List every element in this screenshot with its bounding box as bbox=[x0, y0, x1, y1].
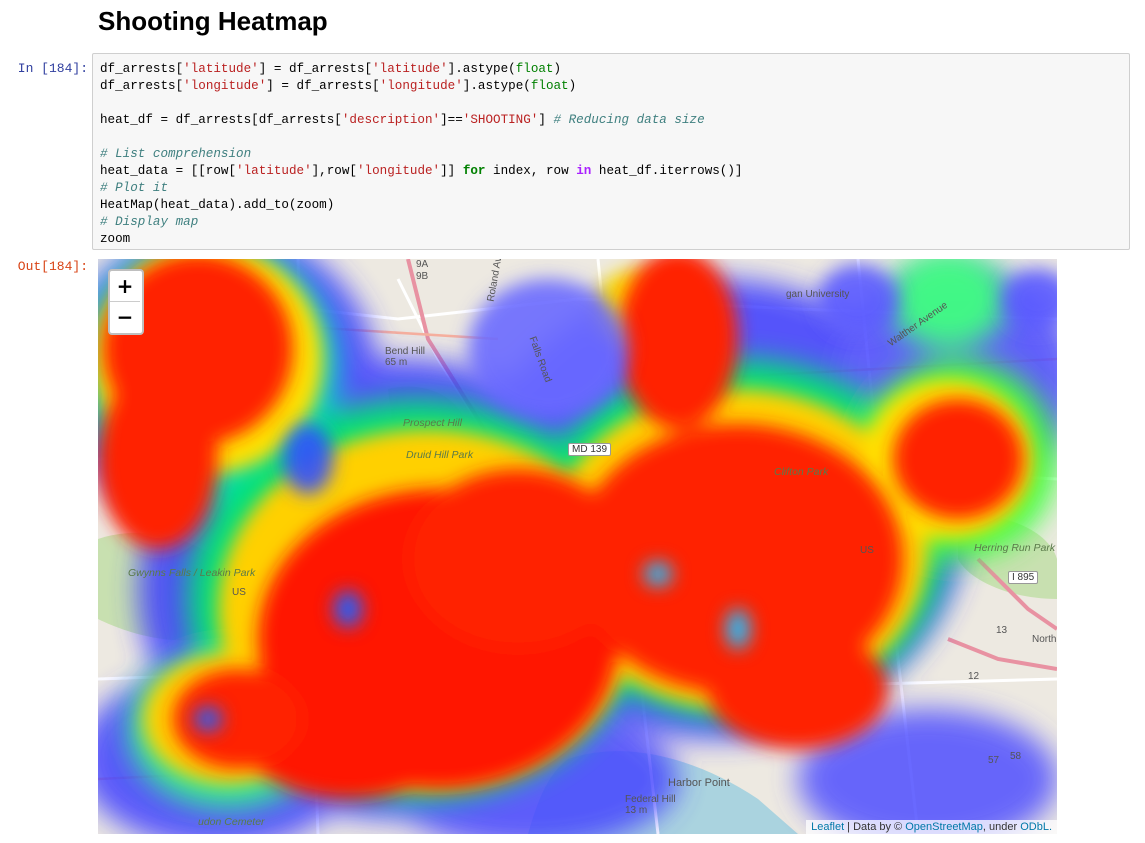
map-label-exit-9a: 9A bbox=[416, 259, 429, 270]
map-label-harbor-point: Harbor Point bbox=[668, 777, 730, 789]
map-label-gwynns-falls: Gwynns Falls / Leakin Park bbox=[128, 567, 256, 579]
zoom-control: + − bbox=[108, 269, 144, 335]
zoom-in-button[interactable]: + bbox=[110, 271, 140, 302]
map-label-us-right: US bbox=[860, 545, 874, 556]
code-line: zoom bbox=[100, 232, 131, 246]
map-label-federal-hill: Federal Hill 13 m bbox=[625, 794, 676, 816]
map-label-exit-9b: 9B bbox=[416, 271, 429, 282]
heatmap-map[interactable]: + − Bend Hill 65 m Prospect Hill Druid Hi… bbox=[98, 259, 1057, 834]
code-line: # List comprehension bbox=[100, 147, 252, 161]
map-label-exit-12: 12 bbox=[968, 671, 980, 682]
map-attribution: Leaflet | Data by © OpenStreetMap, under… bbox=[806, 820, 1057, 834]
map-label-clifton-park: Clifton Park bbox=[774, 466, 829, 478]
section-heading: Shooting Heatmap bbox=[98, 6, 328, 36]
map-label-prospect-hill: Prospect Hill bbox=[403, 417, 462, 429]
map-label-exit-13: 13 bbox=[996, 625, 1008, 636]
map-label-exit-58: 58 bbox=[1010, 751, 1022, 762]
map-label-north: North bbox=[1032, 634, 1057, 645]
code-line: heat_df = df_arrests[df_arrests['descrip… bbox=[100, 113, 705, 127]
map-label-university: gan University bbox=[786, 289, 850, 300]
map-label-exit-57: 57 bbox=[988, 755, 1000, 766]
map-label-druid-hill-park: Druid Hill Park bbox=[406, 449, 474, 461]
odbl-link[interactable]: ODbL. bbox=[1020, 821, 1052, 833]
leaflet-link[interactable]: Leaflet bbox=[811, 821, 844, 833]
map-tiles bbox=[98, 259, 1057, 834]
code-editor[interactable]: df_arrests['latitude'] = df_arrests['lat… bbox=[100, 61, 742, 248]
code-line: df_arrests['longitude'] = df_arrests['lo… bbox=[100, 79, 577, 93]
code-line: # Plot it bbox=[100, 181, 169, 195]
input-prompt: In [184]: bbox=[17, 61, 88, 76]
code-line: heat_data = [[row['latitude'],row['longi… bbox=[100, 164, 743, 178]
code-cell[interactable]: df_arrests['latitude'] = df_arrests['lat… bbox=[92, 53, 1130, 250]
map-shield-i895: I 895 bbox=[1008, 571, 1039, 584]
map-label-bend-hill: Bend Hill 65 m bbox=[385, 346, 426, 368]
map-label-cemetery: udon Cemeter bbox=[198, 816, 265, 828]
output-prompt: Out[184]: bbox=[17, 259, 88, 274]
code-line: df_arrests['latitude'] = df_arrests['lat… bbox=[100, 62, 562, 76]
openstreetmap-link[interactable]: OpenStreetMap bbox=[905, 821, 983, 833]
map-label-us-left: US bbox=[232, 587, 246, 598]
code-line: # Display map bbox=[100, 215, 199, 229]
map-shield-md139: MD 139 bbox=[568, 443, 612, 456]
zoom-out-button[interactable]: − bbox=[110, 302, 140, 332]
code-line: HeatMap(heat_data).add_to(zoom) bbox=[100, 198, 335, 212]
map-label-herring-run-park: Herring Run Park bbox=[974, 542, 1056, 554]
